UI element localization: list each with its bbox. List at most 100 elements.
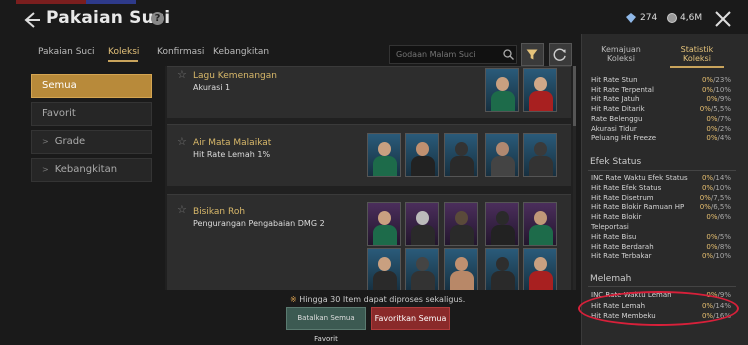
search-input[interactable] <box>389 45 517 64</box>
costume-thumbnail[interactable] <box>523 202 557 246</box>
chevron-right-icon: > <box>42 137 49 146</box>
list-scroll-thumb[interactable] <box>573 66 576 126</box>
stat-value: 0%/5,5% <box>700 105 731 114</box>
collection-list[interactable]: ☆ Lagu Kemenangan Akurasi 1 ☆ Air Mata M… <box>165 66 573 290</box>
stat-current: 0% <box>706 114 718 123</box>
tab-collection-stats[interactable]: Statistik Koleksi <box>669 45 725 63</box>
character-body <box>450 156 474 176</box>
costume-thumbnail[interactable] <box>444 202 478 246</box>
menu-item-grade[interactable]: > Grade <box>31 130 152 154</box>
stat-value: 0%/7,5% <box>700 194 731 203</box>
star-icon[interactable]: ☆ <box>177 203 187 216</box>
stat-max: /10% <box>713 183 731 192</box>
stat-max: /7,5% <box>710 193 731 202</box>
costume-thumbnail[interactable] <box>444 248 478 290</box>
star-icon[interactable]: ☆ <box>177 135 187 148</box>
stat-row: INC Rate Waktu Efek Status 0%/14% <box>591 174 731 183</box>
stat-row: Hit Rate Blokir 0%/6% <box>591 213 731 222</box>
tab-koleksi[interactable]: Koleksi <box>108 47 139 57</box>
star-icon[interactable]: ☆ <box>177 68 187 81</box>
stat-row: Peluang Hit Freeze 0%/4% <box>591 134 731 143</box>
costume-thumbnail[interactable] <box>523 68 557 112</box>
costume-thumbnail[interactable] <box>367 248 401 290</box>
stat-max: /7% <box>717 114 731 123</box>
costume-thumbnail[interactable] <box>405 133 439 177</box>
tab-collection-progress[interactable]: Kemajuan Koleksi <box>590 45 652 63</box>
menu-item-label: Kebangkitan <box>54 164 118 175</box>
collection-card[interactable]: ☆ Lagu Kemenangan Akurasi 1 <box>167 66 571 118</box>
mp-bar <box>86 0 136 4</box>
stat-value: 0%/4% <box>706 134 731 143</box>
stat-row: Rate Belenggu 0%/7% <box>591 115 731 124</box>
costume-thumbnail[interactable] <box>405 248 439 290</box>
stat-label: Hit Rate Ditarik <box>591 105 645 114</box>
back-arrow-icon[interactable] <box>20 9 42 31</box>
cancel-all-favorites-button[interactable]: Batalkan Semua Favorit <box>286 307 366 343</box>
costume-thumbnail[interactable] <box>485 133 519 177</box>
stat-row: Hit Rate Efek Status 0%/10% <box>591 184 731 193</box>
character-head <box>496 77 509 91</box>
stat-value: 0%/10% <box>702 252 731 261</box>
help-icon[interactable]: ? <box>151 12 164 25</box>
stat-current: 0% <box>701 183 714 192</box>
costume-thumbnail[interactable] <box>405 202 439 246</box>
stat-max: /10% <box>713 252 731 261</box>
stat-max: /9% <box>717 95 731 104</box>
search-icon[interactable] <box>503 49 514 60</box>
stat-current: 0% <box>699 193 711 202</box>
costume-thumbnail[interactable] <box>523 133 557 177</box>
stat-value: 0%/6,5% <box>700 203 731 212</box>
stat-row: Hit Rate Blokir Ramuan HP 0%/6,5% <box>591 203 731 212</box>
character-body <box>491 91 515 111</box>
costume-thumbnail[interactable] <box>485 202 519 246</box>
tab-kebangkitan[interactable]: Kebangkitan <box>213 47 269 57</box>
menu-item-favorit[interactable]: Favorit <box>31 102 152 126</box>
refresh-button[interactable] <box>549 43 572 66</box>
character-head <box>416 142 429 156</box>
filter-button[interactable] <box>521 43 544 66</box>
stat-max: /5,5% <box>710 105 731 114</box>
character-body <box>373 225 397 245</box>
close-icon[interactable] <box>714 10 732 28</box>
collection-card[interactable]: ☆ Bisikan Roh Pengurangan Pengabaian DMG… <box>167 194 571 290</box>
stat-row: Teleportasi <box>591 223 731 232</box>
character-head <box>455 257 468 271</box>
costume-thumbnail[interactable] <box>523 248 557 290</box>
costume-thumbnail[interactable] <box>444 133 478 177</box>
collection-card[interactable]: ☆ Air Mata Malaikat Hit Rate Lemah 1% <box>167 124 571 186</box>
character-body <box>373 156 397 176</box>
character-body <box>491 225 515 245</box>
menu-item-semua[interactable]: Semua <box>31 74 152 98</box>
chevron-right-icon: > <box>42 165 49 174</box>
stat-current: 0% <box>701 174 714 182</box>
character-head <box>534 211 547 225</box>
costume-thumbnail[interactable] <box>367 133 401 177</box>
stat-value: 0%/14% <box>702 174 731 183</box>
menu-item-label: Favorit <box>42 108 76 119</box>
tab-pakaian-suci[interactable]: Pakaian Suci <box>38 47 95 57</box>
stat-label: Hit Rate Blokir Ramuan HP <box>591 203 685 212</box>
stat-row: Hit Rate Disetrum 0%/7,5% <box>591 194 731 203</box>
menu-item-kebangkitan[interactable]: > Kebangkitan <box>31 158 152 182</box>
character-head <box>416 257 429 271</box>
stat-max: /6% <box>717 213 731 222</box>
character-body <box>491 271 515 290</box>
costume-thumbnail[interactable] <box>367 202 401 246</box>
stat-label: Hit Rate Bisu <box>591 232 637 241</box>
character-body <box>411 225 435 245</box>
tab-label-line2: Koleksi <box>607 54 635 63</box>
costume-thumbnail[interactable] <box>485 68 519 112</box>
refresh-icon <box>553 48 566 61</box>
section-divider <box>588 286 736 287</box>
notice-text: Hingga 30 Item dapat diproses sekaligus. <box>299 295 466 304</box>
tab-konfirmasi[interactable]: Konfirmasi <box>157 47 204 57</box>
favorite-all-button[interactable]: Favoritkan Semua <box>371 307 450 330</box>
filter-icon <box>526 49 538 60</box>
stat-value: 0%/5% <box>706 233 731 242</box>
character-head <box>416 211 429 225</box>
stat-current: 0% <box>706 124 718 133</box>
menu-item-label: Semua <box>42 80 77 91</box>
character-head <box>378 211 391 225</box>
costume-thumbnail[interactable] <box>485 248 519 290</box>
character-body <box>450 271 474 290</box>
